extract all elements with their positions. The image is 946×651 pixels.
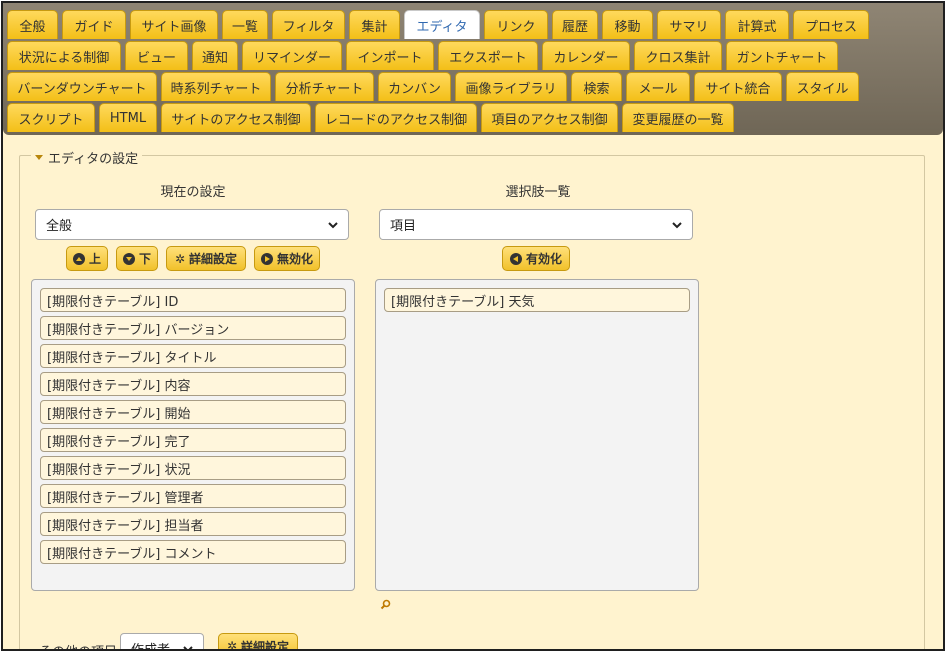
tab-history[interactable]: 履歴	[552, 10, 598, 39]
tab-timeseries-chart[interactable]: 時系列チャート	[161, 72, 271, 101]
tab-aggregation[interactable]: 集計	[349, 10, 400, 39]
move-down-button[interactable]: 下	[116, 246, 158, 271]
current-settings-select[interactable]: 全般	[35, 209, 349, 240]
tab-gantt-chart[interactable]: ガントチャート	[726, 41, 838, 70]
other-items-select[interactable]: 作成者	[120, 633, 204, 651]
arrow-up-circle-icon	[72, 252, 85, 265]
tab-link[interactable]: リンク	[484, 10, 548, 39]
tab-bar: 全般 ガイド サイト画像 一覧 フィルタ 集計 エディタ リンク 履歴 移動 サ…	[3, 3, 943, 135]
tab-summary[interactable]: サマリ	[657, 10, 721, 39]
move-up-button[interactable]: 上	[66, 246, 108, 271]
chevron-down-icon	[183, 646, 193, 649]
list-item[interactable]: [期限付きテーブル] ID	[40, 288, 346, 312]
tab-column-access-control[interactable]: 項目のアクセス制御	[481, 103, 618, 132]
arrow-down-circle-icon	[122, 252, 135, 265]
detail-settings-label: 詳細設定	[189, 252, 238, 266]
list-item[interactable]: [期限付きテーブル] 状況	[40, 456, 346, 480]
tab-guide[interactable]: ガイド	[62, 10, 126, 39]
tab-record-access-control[interactable]: レコードのアクセス制御	[315, 103, 477, 132]
detail-settings-button[interactable]: ✲ 詳細設定	[166, 246, 246, 271]
enable-button[interactable]: 有効化	[502, 246, 570, 271]
tab-status-control[interactable]: 状況による制御	[7, 41, 121, 70]
list-item[interactable]: [期限付きテーブル] 天気	[384, 288, 690, 312]
tab-general[interactable]: 全般	[7, 10, 58, 39]
tab-notification[interactable]: 通知	[192, 41, 238, 70]
editor-settings-legend-label: エディタの設定	[48, 152, 139, 167]
list-item[interactable]: [期限付きテーブル] 内容	[40, 372, 346, 396]
tab-import[interactable]: インポート	[346, 41, 434, 70]
chevron-down-icon	[672, 222, 682, 229]
tab-burndown-chart[interactable]: バーンダウンチャート	[7, 72, 157, 101]
tab-row-1: 全般 ガイド サイト画像 一覧 フィルタ 集計 エディタ リンク 履歴 移動 サ…	[7, 10, 869, 41]
list-item[interactable]: [期限付きテーブル] タイトル	[40, 344, 346, 368]
other-items-select-value: 作成者	[131, 642, 171, 651]
other-items-label: その他の項目	[39, 641, 117, 649]
tab-change-history-list[interactable]: 変更履歴の一覧	[622, 103, 734, 132]
list-item[interactable]: [期限付きテーブル] 完了	[40, 428, 346, 452]
list-item[interactable]: [期限付きテーブル] コメント	[40, 540, 346, 564]
move-down-label: 下	[138, 252, 151, 266]
window: 全般 ガイド サイト画像 一覧 フィルタ 集計 エディタ リンク 履歴 移動 サ…	[1, 1, 945, 651]
current-settings-title: 現在の設定	[160, 185, 226, 200]
tab-search[interactable]: 検索	[571, 72, 622, 101]
tab-site-access-control[interactable]: サイトのアクセス制御	[161, 103, 311, 132]
tab-site-image[interactable]: サイト画像	[130, 10, 218, 39]
other-detail-settings-label: 詳細設定	[241, 639, 290, 651]
other-detail-settings-button[interactable]: ✲ 詳細設定	[218, 633, 298, 651]
move-up-label: 上	[88, 252, 101, 266]
disable-label: 無効化	[276, 252, 313, 266]
choices-title: 選択肢一覧	[505, 185, 571, 200]
tab-row-4: スクリプト HTML サイトのアクセス制御 レコードのアクセス制御 項目のアクセ…	[7, 103, 734, 134]
current-settings-select-value: 全般	[46, 219, 73, 234]
tab-formula[interactable]: 計算式	[725, 10, 789, 39]
tab-style[interactable]: スタイル	[786, 72, 859, 101]
list-item[interactable]: [期限付きテーブル] バージョン	[40, 316, 346, 340]
editor-settings-legend[interactable]: エディタの設定	[31, 148, 143, 167]
tab-html[interactable]: HTML	[99, 103, 157, 132]
play-circle-icon	[260, 252, 273, 265]
collapse-triangle-icon	[35, 155, 43, 160]
tab-filter[interactable]: フィルタ	[272, 10, 345, 39]
tab-list[interactable]: 一覧	[222, 10, 268, 39]
tab-reminder[interactable]: リマインダー	[242, 41, 342, 70]
tab-editor[interactable]: エディタ	[404, 10, 480, 39]
list-item[interactable]: [期限付きテーブル] 担当者	[40, 512, 346, 536]
tab-image-library[interactable]: 画像ライブラリ	[455, 72, 567, 101]
tab-view[interactable]: ビュー	[125, 41, 188, 70]
list-item[interactable]: [期限付きテーブル] 開始	[40, 400, 346, 424]
search-icon[interactable]	[380, 599, 391, 610]
tab-export[interactable]: エクスポート	[438, 41, 538, 70]
tab-kanban[interactable]: カンバン	[378, 72, 451, 101]
tab-site-integration[interactable]: サイト統合	[694, 72, 782, 101]
gear-icon: ✲	[226, 639, 238, 651]
disable-button[interactable]: 無効化	[254, 246, 320, 271]
tab-script[interactable]: スクリプト	[7, 103, 95, 132]
tab-cross-tab[interactable]: クロス集計	[634, 41, 722, 70]
current-settings-list[interactable]: [期限付きテーブル] ID [期限付きテーブル] バージョン [期限付きテーブル…	[31, 279, 355, 591]
arrow-left-circle-icon	[509, 252, 522, 265]
tab-process[interactable]: プロセス	[793, 10, 869, 39]
list-item[interactable]: [期限付きテーブル] 管理者	[40, 484, 346, 508]
chevron-down-icon	[328, 222, 338, 229]
enable-label: 有効化	[525, 252, 562, 266]
gear-icon: ✲	[174, 251, 186, 266]
choices-select-value: 項目	[390, 219, 417, 234]
tab-calendar[interactable]: カレンダー	[542, 41, 630, 70]
choices-select[interactable]: 項目	[379, 209, 693, 240]
tab-mail[interactable]: メール	[626, 72, 690, 101]
tab-row-2: 状況による制御 ビュー 通知 リマインダー インポート エクスポート カレンダー…	[7, 41, 838, 72]
tab-analysis-chart[interactable]: 分析チャート	[275, 72, 374, 101]
tab-move[interactable]: 移動	[602, 10, 653, 39]
choices-list[interactable]: [期限付きテーブル] 天気	[375, 279, 699, 591]
tab-row-3: バーンダウンチャート 時系列チャート 分析チャート カンバン 画像ライブラリ 検…	[7, 72, 859, 103]
